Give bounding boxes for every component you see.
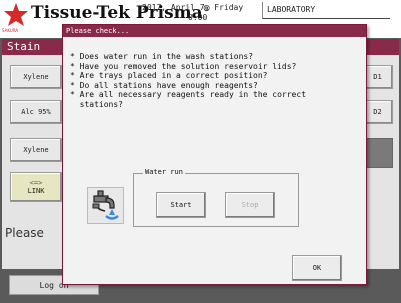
station-label: Alc 95% (21, 108, 51, 116)
time-text: 0:00 (188, 13, 208, 22)
ok-button[interactable]: OK (292, 255, 342, 281)
section-title: Stain (7, 40, 41, 53)
start-button[interactable]: Start (156, 192, 206, 218)
lab-field: LABORATORY (262, 2, 390, 19)
check-dialog: Please check... * Does water run in the … (62, 24, 367, 285)
station-label: Xylene (23, 73, 49, 81)
check-item: stations? (70, 99, 123, 109)
dialog-body: * Does water run in the wash stations? *… (63, 37, 366, 284)
water-run-label: Water run (143, 168, 185, 176)
brand-sub: SAKURA (2, 28, 19, 33)
station-button-xylene-1[interactable]: Xylene (10, 65, 62, 89)
station-label: D1 (373, 73, 382, 81)
station-button-xylene-2[interactable]: Xylene (10, 138, 62, 162)
prompt-text: Please (5, 226, 44, 240)
date-text: 2017, April 7, Friday (142, 3, 244, 12)
station-label: D2 (373, 108, 382, 116)
stop-button[interactable]: Stop (225, 192, 275, 218)
dialog-title: Please check... (63, 25, 366, 37)
check-item: * Have you removed the solution reservoi… (70, 61, 297, 71)
link-arrows: <=> (29, 179, 43, 187)
check-item: * Are trays placed in a correct position… (70, 71, 268, 80)
water-faucet-icon (87, 187, 124, 224)
check-list: * Does water run in the wash stations? *… (70, 52, 360, 109)
check-item: * Do all stations have enough reagents? (70, 80, 258, 90)
check-item: * Are all necessary reagents ready in th… (70, 90, 307, 99)
link-label: LINK (27, 187, 45, 195)
station-button-alc[interactable]: Alc 95% (10, 100, 62, 124)
star-logo-icon (4, 3, 28, 26)
check-item: * Does water run in the wash stations? (70, 52, 254, 61)
link-button[interactable]: <=> LINK (10, 172, 62, 202)
date-time: 2017, April 7, Friday 0:00 (142, 3, 243, 23)
station-label: Xylene (23, 146, 49, 154)
